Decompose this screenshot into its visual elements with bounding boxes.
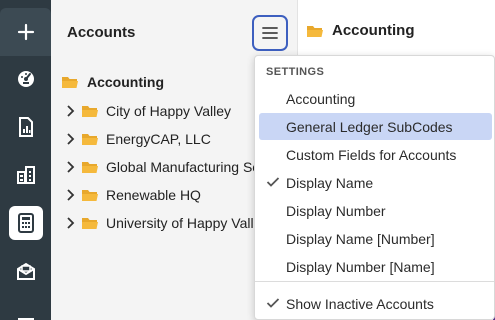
menu-item-accounting[interactable]: Accounting — [259, 85, 492, 112]
menu-item-display-name[interactable]: Display Name — [259, 169, 492, 196]
add-icon — [17, 23, 35, 41]
add-button[interactable] — [9, 15, 43, 49]
main-header: Accounting — [306, 22, 415, 39]
menu-item-show-inactive-accounts[interactable]: Show Inactive Accounts — [259, 290, 492, 317]
folder-icon — [82, 134, 98, 145]
hamburger-icon — [262, 27, 278, 39]
dropdown-divider — [255, 281, 494, 282]
chevron-right-icon[interactable] — [65, 189, 77, 201]
accounting-button[interactable] — [9, 206, 43, 240]
dropdown-heading: SETTINGS — [266, 66, 325, 78]
menu-item-label: Show Inactive Accounts — [286, 295, 434, 312]
tree-root[interactable]: Accounting — [61, 74, 164, 90]
left-nav-rail — [0, 0, 51, 320]
menu-item-label: Display Number — [286, 202, 386, 219]
bills-button[interactable] — [9, 254, 43, 288]
buildings-icon — [17, 166, 35, 184]
menu-item-label: Accounting — [286, 90, 356, 107]
folder-icon — [82, 218, 98, 229]
tree-item-label: Renewable HQ — [106, 187, 201, 203]
tree-root-label: Accounting — [87, 74, 164, 90]
chevron-right-icon[interactable] — [65, 217, 77, 229]
settings-menu-button[interactable] — [252, 15, 288, 51]
reports-button[interactable] — [9, 110, 43, 144]
menu-item-label: Custom Fields for Accounts — [286, 146, 457, 163]
menu-lines-icon — [18, 318, 34, 320]
menu-item-label: General Ledger SubCodes — [286, 118, 453, 135]
chevron-right-icon[interactable] — [65, 161, 77, 173]
folder-open-icon — [307, 25, 323, 37]
menu-item-display-number-name[interactable]: Display Number [Name] — [259, 253, 492, 280]
dashboard-button[interactable] — [9, 62, 43, 96]
tree-item-label: City of Happy Valley — [106, 103, 232, 119]
tree-item-label: EnergyCAP, LLC — [106, 131, 211, 147]
tree-item-label: University of Happy Valley — [106, 215, 269, 231]
checkmark-icon — [266, 298, 280, 308]
checkmark-icon — [266, 177, 280, 187]
menu-item-label: Display Number [Name] — [286, 258, 435, 275]
folder-icon — [82, 190, 98, 201]
folder-open-icon — [62, 77, 78, 88]
menu-item-label: Display Name — [286, 174, 374, 191]
menu-item-custom-fields[interactable]: Custom Fields for Accounts — [259, 141, 492, 168]
calculator-icon — [18, 213, 34, 233]
dashboard-icon — [18, 71, 34, 87]
menu-item-general-ledger-subcodes[interactable]: General Ledger SubCodes — [259, 113, 492, 140]
panel-title: Accounts — [67, 24, 136, 41]
more-button[interactable] — [9, 302, 43, 320]
main-title: Accounting — [332, 22, 415, 39]
chevron-right-icon[interactable] — [65, 105, 77, 117]
menu-item-display-name-number[interactable]: Display Name [Number] — [259, 225, 492, 252]
chevron-right-icon[interactable] — [65, 133, 77, 145]
menu-item-label: Display Name [Number] — [286, 230, 435, 247]
folder-icon — [82, 106, 98, 117]
menu-item-display-number[interactable]: Display Number — [259, 197, 492, 224]
folder-icon — [82, 162, 98, 173]
settings-dropdown: SETTINGS Accounting General Ledger SubCo… — [254, 55, 495, 320]
buildings-button[interactable] — [9, 158, 43, 192]
report-icon — [19, 117, 33, 137]
bills-icon — [17, 262, 35, 280]
